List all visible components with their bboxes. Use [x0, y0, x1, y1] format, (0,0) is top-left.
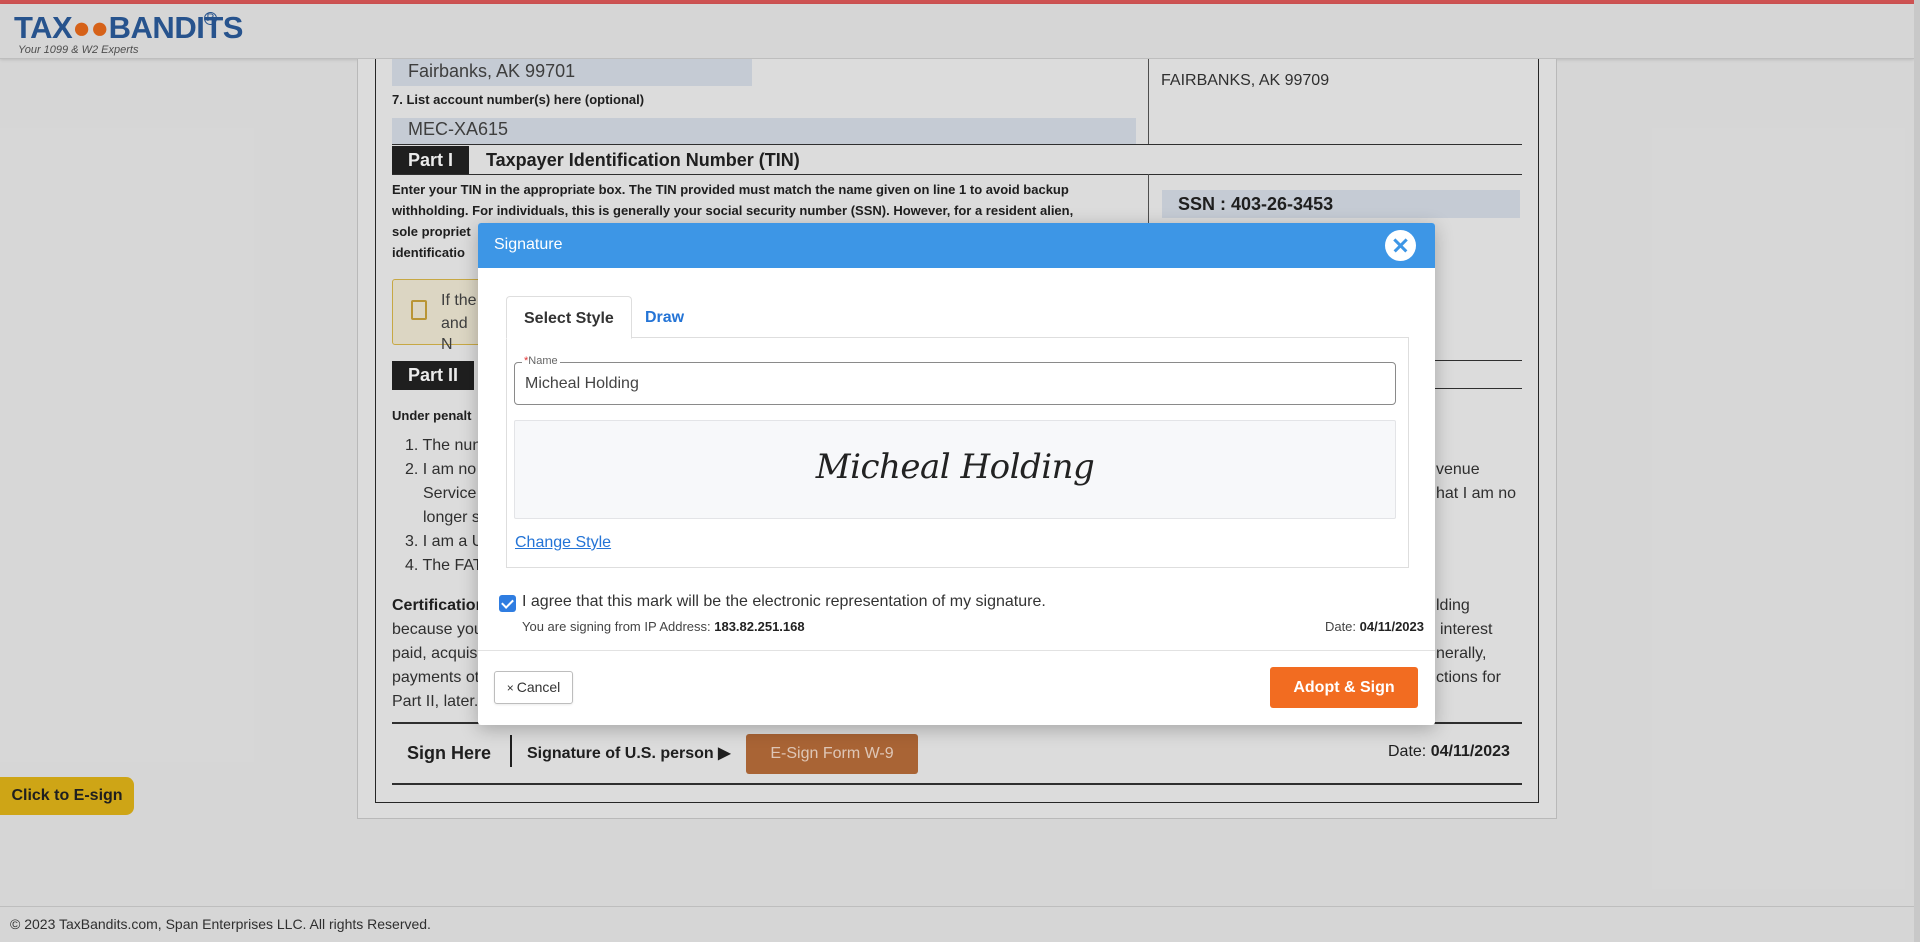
ip-address-info: You are signing from IP Address: 183.82.… — [522, 619, 805, 634]
signature-preview-text: Micheal Holding — [815, 447, 1095, 487]
name-input[interactable] — [514, 362, 1396, 405]
modal-title: Signature — [494, 236, 563, 253]
modal-header: Signature — [478, 223, 1435, 268]
tab-draw[interactable]: Draw — [628, 296, 701, 339]
agree-checkbox[interactable] — [499, 595, 516, 612]
modal-footer-divider — [478, 650, 1435, 651]
name-field-label: *Name — [522, 355, 560, 367]
tab-select-style[interactable]: Select Style — [506, 296, 632, 339]
agree-text: I agree that this mark will be the elect… — [522, 593, 1046, 610]
adopt-and-sign-button[interactable]: Adopt & Sign — [1270, 667, 1418, 708]
signing-date: Date: 04/11/2023 — [1324, 619, 1424, 634]
close-x-icon: × — [506, 681, 514, 695]
signature-modal: Signature Select Style Draw *Name Michea… — [478, 223, 1435, 725]
cancel-button[interactable]: × Cancel — [494, 671, 573, 704]
close-icon[interactable] — [1385, 230, 1416, 261]
signature-preview: Micheal Holding — [514, 420, 1396, 519]
change-style-link[interactable]: Change Style — [515, 534, 611, 552]
